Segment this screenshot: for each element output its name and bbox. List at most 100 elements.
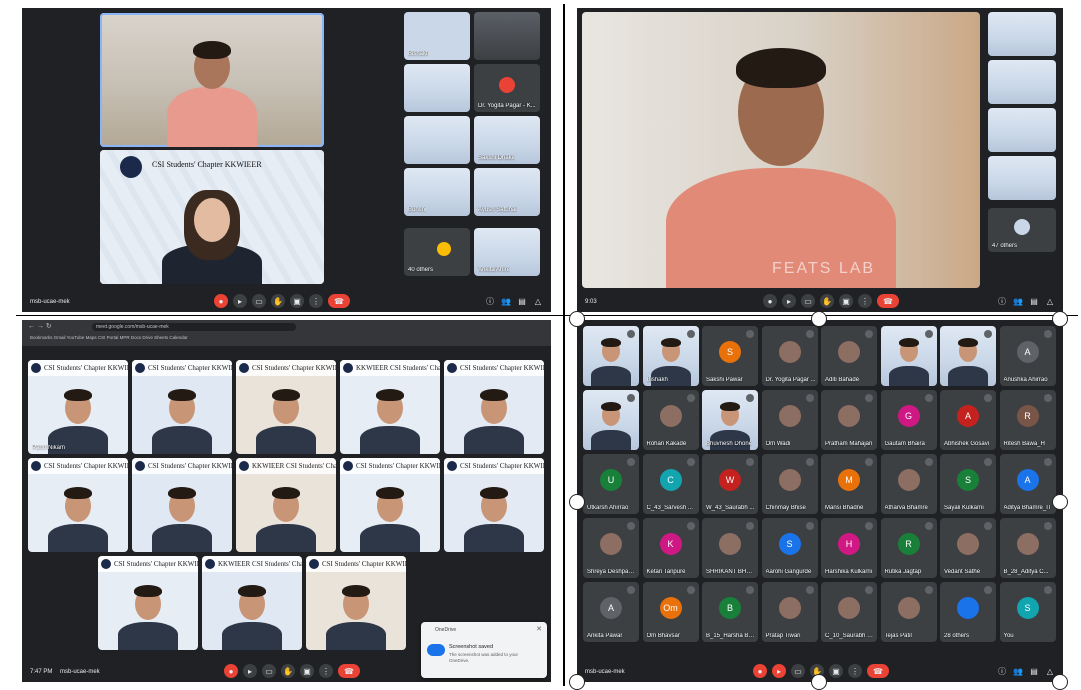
- participant-tile[interactable]: C C_43_Sarvesh ...: [642, 454, 699, 514]
- info-icon[interactable]: ⓘ: [997, 297, 1007, 307]
- end-call-button[interactable]: ☎: [328, 294, 350, 308]
- participant-tile[interactable]: S Sakshi Pawar: [702, 326, 758, 386]
- participant-tile[interactable]: S You: [999, 582, 1056, 642]
- mic-off-icon[interactable]: ●: [214, 294, 228, 308]
- participant-tile[interactable]: Chinmay Bhise: [761, 454, 818, 514]
- raise-hand-icon[interactable]: ✋: [820, 294, 834, 308]
- others-tile[interactable]: 47 others: [988, 208, 1056, 252]
- participant-tile[interactable]: Bishakh: [642, 326, 699, 386]
- resize-handle[interactable]: [1052, 674, 1068, 690]
- end-call-button[interactable]: ☎: [338, 664, 360, 678]
- more-options-icon[interactable]: ⋮: [858, 294, 872, 308]
- present-icon[interactable]: ▣: [290, 294, 304, 308]
- present-icon[interactable]: ▣: [839, 294, 853, 308]
- bookmarks-bar[interactable]: Bookmarks Gmail YouTube Maps CSI Portal …: [30, 335, 188, 340]
- participant-tile[interactable]: Om Om Bhavsar: [642, 582, 699, 642]
- participant-tile[interactable]: B_28_Aditya C...: [999, 518, 1056, 578]
- participant-tile[interactable]: [988, 108, 1056, 152]
- participant-tile[interactable]: Tejas Patil: [880, 582, 937, 642]
- participant-tile[interactable]: CSI Students' Chapter KKWIEER: [444, 360, 544, 454]
- participant-tile[interactable]: CSI Students' Chapter KKWIEER: [98, 556, 198, 650]
- participant-tile[interactable]: [940, 326, 996, 386]
- mic-icon[interactable]: ●: [763, 294, 777, 308]
- people-icon[interactable]: 👥: [1013, 297, 1023, 307]
- participant-tile[interactable]: KKWIEER CSI Students' Chapter: [202, 556, 302, 650]
- participant-tile[interactable]: CSI Students' Chapter KKWIEER: [306, 556, 406, 650]
- participant-tile[interactable]: [583, 390, 639, 450]
- participant-tile[interactable]: Pratap Tiwari: [761, 582, 818, 642]
- raise-hand-icon[interactable]: ✋: [271, 294, 285, 308]
- resize-handle[interactable]: [569, 494, 585, 510]
- resize-handle[interactable]: [569, 311, 585, 327]
- participant-tile[interactable]: [988, 60, 1056, 104]
- speaker-tile[interactable]: CSI Students' Chapter KKWIEER: [100, 150, 324, 284]
- camera-icon[interactable]: ▸: [243, 664, 257, 678]
- resize-handle[interactable]: [1052, 494, 1068, 510]
- participant-tile[interactable]: CSI Students' Chapter KKWIEER: [444, 458, 544, 552]
- resize-handle[interactable]: [811, 674, 827, 690]
- participant-tile[interactable]: CSI Students' Chapter KKWIEER: [236, 360, 336, 454]
- participant-tile[interactable]: Sakshi Dhake: [474, 116, 540, 164]
- participant-tile[interactable]: R Ritesh Bawa_H: [999, 390, 1056, 450]
- participant-tile[interactable]: Vedant Sathe: [940, 518, 996, 578]
- participant-tile[interactable]: A Anushka Ahirrao: [999, 326, 1056, 386]
- participant-tile[interactable]: B B_15_Harsha Bh...: [702, 582, 758, 642]
- present-icon[interactable]: ▣: [300, 664, 314, 678]
- participant-tile[interactable]: W W_43_Saurabh ...: [702, 454, 758, 514]
- raise-hand-icon[interactable]: ✋: [281, 664, 295, 678]
- more-options-icon[interactable]: ⋮: [309, 294, 323, 308]
- end-call-button[interactable]: ☎: [867, 664, 889, 678]
- participant-tile[interactable]: [474, 12, 540, 60]
- participant-tile[interactable]: [988, 156, 1056, 200]
- participant-tile[interactable]: KKWIEER CSI Students' Chapter: [340, 360, 440, 454]
- close-icon[interactable]: ✕: [536, 625, 542, 633]
- back-icon[interactable]: ← → ↻: [28, 322, 52, 330]
- participant-tile[interactable]: Buhsni: [404, 168, 470, 216]
- camera-icon[interactable]: ▸: [782, 294, 796, 308]
- participant-tile[interactable]: R Rutika Jagtap: [880, 518, 937, 578]
- participant-tile[interactable]: CSI Students' Chapter KKWIEER: [132, 360, 232, 454]
- captions-icon[interactable]: ▭: [801, 294, 815, 308]
- participant-tile[interactable]: [404, 116, 470, 164]
- participant-tile[interactable]: H Harshika Kulkarni: [821, 518, 877, 578]
- participant-tile[interactable]: A Abhishek Gosavi: [940, 390, 996, 450]
- participant-tile[interactable]: Om Wadi: [761, 390, 818, 450]
- participant-tile[interactable]: Ankita Ahire: [474, 228, 540, 276]
- chat-icon[interactable]: ▤: [1029, 667, 1039, 677]
- participant-tile[interactable]: Dr. Yogita Pagar - K...: [474, 64, 540, 112]
- participant-tile[interactable]: [404, 64, 470, 112]
- participant-tile[interactable]: [988, 12, 1056, 56]
- participant-tile[interactable]: SHRIKANT BHOSALE: [702, 518, 758, 578]
- resize-handle[interactable]: [569, 674, 585, 690]
- info-icon[interactable]: ⓘ: [485, 297, 495, 307]
- participant-tile[interactable]: [583, 326, 639, 386]
- participant-tile[interactable]: Pratham Mahajan: [821, 390, 877, 450]
- participant-tile[interactable]: K Ketan Tanpure: [642, 518, 699, 578]
- mic-off-icon[interactable]: ●: [753, 664, 767, 678]
- captions-icon[interactable]: ▭: [262, 664, 276, 678]
- more-options-icon[interactable]: ⋮: [319, 664, 333, 678]
- participant-tile[interactable]: CSI Students' Chapter KKWIEER: [28, 458, 128, 552]
- presenter-tile[interactable]: FEATS LAB: [582, 12, 980, 288]
- participant-tile[interactable]: Rohan Kakade: [642, 390, 699, 450]
- participant-tile[interactable]: CSI Students' Chapter KKWIEER Parth Nikam: [28, 360, 128, 454]
- participant-tile[interactable]: Aditi Bahade: [821, 326, 877, 386]
- participant-tile[interactable]: S Aarohi Gangurde: [761, 518, 818, 578]
- mic-off-icon[interactable]: ●: [224, 664, 238, 678]
- participant-tile[interactable]: Bishakh: [404, 12, 470, 60]
- participant-tile[interactable]: G Gautam Bhaira: [880, 390, 937, 450]
- chat-icon[interactable]: ▤: [1029, 297, 1039, 307]
- participant-tile[interactable]: Shreya Deshpande: [583, 518, 639, 578]
- activities-icon[interactable]: △: [533, 297, 543, 307]
- address-bar[interactable]: meet.google.com/msb-ucae-mek: [92, 323, 296, 331]
- participant-tile[interactable]: M Mansi Bhadne: [821, 454, 877, 514]
- participant-tile[interactable]: [880, 326, 937, 386]
- chat-icon[interactable]: ▤: [517, 297, 527, 307]
- participant-tile[interactable]: Dr. Yogita Pagar ...: [761, 326, 818, 386]
- captions-icon[interactable]: ▭: [252, 294, 266, 308]
- participant-tile[interactable]: A Ankita Pawar: [583, 582, 639, 642]
- camera-off-icon[interactable]: ▸: [772, 664, 786, 678]
- more-options-icon[interactable]: ⋮: [848, 664, 862, 678]
- participant-tile[interactable]: Ayush Satbhai: [474, 168, 540, 216]
- participant-tile[interactable]: C_10_Saurabh Bh...: [821, 582, 877, 642]
